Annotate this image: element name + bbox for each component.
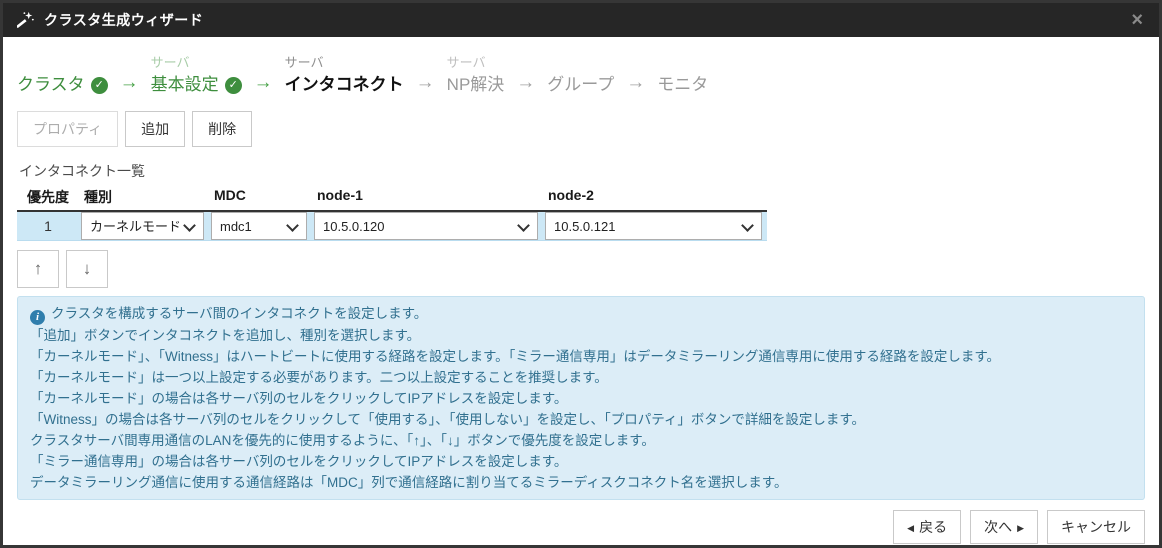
check-icon: ✓	[91, 77, 108, 94]
step-label: 基本設定	[151, 73, 219, 97]
property-button[interactable]: プロパティ	[17, 111, 118, 147]
info-icon: i	[30, 310, 45, 325]
move-down-button[interactable]: ↓	[66, 250, 108, 288]
node1-ip-select[interactable]: 10.5.0.120	[314, 212, 538, 240]
node1-cell: 10.5.0.120	[312, 212, 543, 240]
step-label: インタコネクト	[285, 73, 404, 97]
dialog-content: クラスタ ✓ → サーバ 基本設定 ✓ → サーバ インタコネクト →	[3, 37, 1159, 545]
step-top-label: サーバ	[285, 53, 404, 73]
next-label: 次へ	[984, 519, 1012, 535]
column-header-node1: node-1	[312, 187, 543, 207]
dialog-titlebar: クラスタ生成ウィザード ×	[3, 3, 1159, 37]
column-header-priority: 優先度	[17, 187, 79, 207]
priority-cell: 1	[17, 212, 79, 240]
add-button[interactable]: 追加	[125, 111, 185, 147]
column-header-type: 種別	[79, 187, 209, 207]
step-top-label	[657, 53, 708, 73]
wizard-step-np-resolution: サーバ NP解決	[447, 53, 505, 97]
wizard-steps: クラスタ ✓ → サーバ 基本設定 ✓ → サーバ インタコネクト →	[17, 53, 1145, 97]
info-line: クラスタサーバ間専用通信のLANを優先的に使用するように、「↑」、「↓」ボタンで…	[30, 430, 1132, 451]
next-triangle-icon: ▶	[1017, 523, 1024, 533]
info-line: 「カーネルモード」の場合は各サーバ列のセルをクリックしてIPアドレスを設定します…	[30, 388, 1132, 409]
interconnect-toolbar: プロパティ 追加 削除	[17, 111, 1145, 147]
remove-button[interactable]: 削除	[192, 111, 252, 147]
wizard-step-monitor: モニタ	[657, 53, 708, 97]
type-select[interactable]: カーネルモード	[81, 212, 204, 240]
step-top-label: サーバ	[447, 53, 505, 73]
info-line: データミラーリング通信に使用する通信経路は「MDC」列で通信経路に割り当てるミラ…	[30, 472, 1132, 493]
type-select-wrapper: カーネルモード	[81, 212, 204, 240]
close-icon[interactable]: ×	[1129, 10, 1145, 30]
node2-ip-select[interactable]: 10.5.0.121	[545, 212, 762, 240]
cancel-button[interactable]: キャンセル	[1047, 510, 1145, 544]
step-top-label	[547, 53, 614, 73]
dialog-footer: ◀ 戻る 次へ ▶ キャンセル	[17, 500, 1145, 544]
column-header-mdc: MDC	[209, 187, 312, 207]
back-triangle-icon: ◀	[907, 523, 914, 533]
dialog-title: クラスタ生成ウィザード	[44, 10, 203, 30]
info-line: 「追加」ボタンでインタコネクトを追加し、種別を選択します。	[30, 325, 1132, 346]
back-button[interactable]: ◀ 戻る	[893, 510, 961, 544]
check-icon: ✓	[225, 77, 242, 94]
step-arrow-icon: →	[626, 71, 645, 95]
mdc-select-wrapper: mdc1	[211, 212, 307, 240]
wizard-step-cluster: クラスタ ✓	[17, 53, 108, 97]
mdc-select[interactable]: mdc1	[211, 212, 307, 240]
interconnect-table-row[interactable]: 1 カーネルモード mdc1 10.5.0.120	[17, 212, 767, 241]
step-top-label: サーバ	[151, 53, 242, 73]
back-label: 戻る	[919, 519, 947, 535]
info-line: i クラスタを構成するサーバ間のインタコネクトを設定します。	[30, 303, 1132, 325]
step-label: グループ	[547, 73, 614, 97]
info-line: 「Witness」の場合は各サーバ列のセルをクリックして「使用する」、「使用しな…	[30, 409, 1132, 430]
wizard-step-group: グループ	[547, 53, 614, 97]
step-label: NP解決	[447, 73, 505, 97]
wizard-step-basic-settings: サーバ 基本設定 ✓	[151, 53, 242, 97]
step-label: クラスタ	[17, 73, 85, 97]
interconnect-list-caption: インタコネクト一覧	[19, 161, 1145, 181]
wizard-wand-icon	[17, 11, 35, 29]
step-arrow-icon: →	[516, 71, 535, 95]
move-up-button[interactable]: ↑	[17, 250, 59, 288]
mdc-cell: mdc1	[209, 212, 312, 240]
info-line: 「カーネルモード」、「Witness」はハートビートに使用する経路を設定します。…	[30, 346, 1132, 367]
info-line: 「ミラー通信専用」の場合は各サーバ列のセルをクリックしてIPアドレスを設定します…	[30, 451, 1132, 472]
node2-select-wrapper: 10.5.0.121	[545, 212, 762, 240]
column-header-node2: node-2	[543, 187, 767, 207]
step-arrow-icon: →	[120, 71, 139, 95]
next-button[interactable]: 次へ ▶	[970, 510, 1038, 544]
node1-select-wrapper: 10.5.0.120	[314, 212, 538, 240]
step-top-label	[17, 53, 108, 73]
interconnect-table-header: 優先度 種別 MDC node-1 node-2	[17, 187, 767, 212]
step-arrow-icon: →	[254, 71, 273, 95]
step-arrow-icon: →	[416, 71, 435, 95]
info-line: 「カーネルモード」は一つ以上設定する必要があります。二つ以上設定することを推奨し…	[30, 367, 1132, 388]
step-label: モニタ	[657, 73, 708, 97]
info-text: クラスタを構成するサーバ間のインタコネクトを設定します。	[51, 306, 427, 321]
up-arrow-icon: ↑	[34, 259, 43, 279]
info-box: i クラスタを構成するサーバ間のインタコネクトを設定します。 「追加」ボタンでイン…	[17, 296, 1145, 500]
priority-reorder-controls: ↑ ↓	[17, 250, 1145, 288]
cluster-wizard-dialog: クラスタ生成ウィザード × クラスタ ✓ → サーバ 基本設定 ✓ →	[0, 0, 1162, 548]
node2-cell: 10.5.0.121	[543, 212, 767, 240]
type-cell: カーネルモード	[79, 212, 209, 240]
wizard-step-interconnect: サーバ インタコネクト	[285, 53, 404, 97]
down-arrow-icon: ↓	[83, 259, 92, 279]
